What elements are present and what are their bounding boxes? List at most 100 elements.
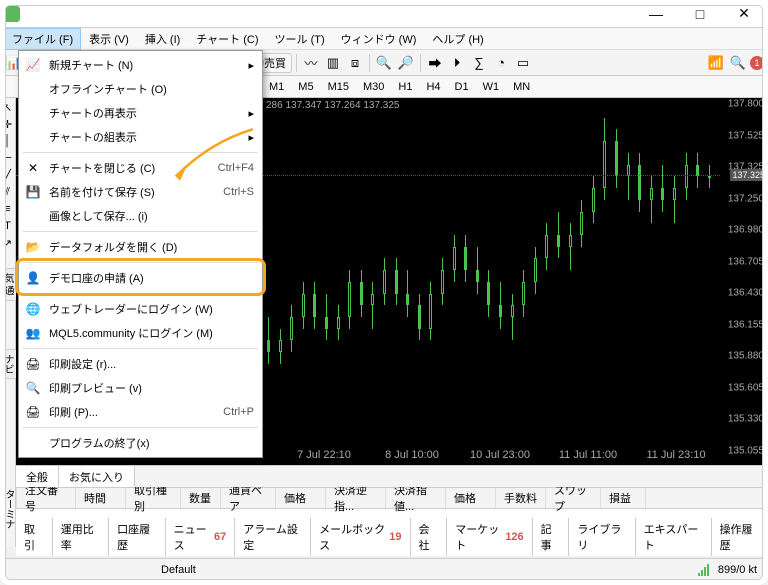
zoom-out-icon[interactable]: 🔎 <box>396 53 416 73</box>
timeframe-button[interactable]: M15 <box>322 78 355 96</box>
shift-icon[interactable]: ⮕ <box>425 53 445 73</box>
terminal-tab[interactable]: ライブラリ <box>569 518 635 556</box>
terminal-tab[interactable]: メールボックス19 <box>311 518 410 556</box>
column-header[interactable]: 取引種別 <box>126 488 181 508</box>
signal-icon[interactable]: 📶 <box>706 53 726 73</box>
menu-entry[interactable]: オフラインチャート (O) <box>19 77 262 101</box>
menu-item[interactable]: ツール (T) <box>267 28 333 50</box>
column-header[interactable]: 時間 <box>76 488 126 508</box>
column-header[interactable]: 注文番号 <box>16 488 76 508</box>
candles-icon[interactable]: ⧈ <box>345 53 365 73</box>
arrows-icon[interactable]: ↗ <box>1 236 15 250</box>
chart-bottom-info: 全般 お気に入り <box>16 465 768 487</box>
timeframe-button[interactable]: W1 <box>477 78 506 96</box>
profile-name[interactable]: Default <box>161 564 196 576</box>
column-header[interactable]: 数量 <box>181 488 221 508</box>
indicators-icon[interactable]: ∑ <box>469 53 489 73</box>
menu-entry-icon: 👤 <box>25 270 41 286</box>
price-axis: 137.800137.525137.325137.250136.980136.7… <box>720 98 768 445</box>
bar-chart-icon[interactable]: ▥ <box>323 53 343 73</box>
timeframe-button[interactable]: M30 <box>357 78 390 96</box>
titlebar: — □ ✕ <box>0 0 768 28</box>
close-button[interactable]: ✕ <box>724 2 764 26</box>
vline-icon[interactable]: │ <box>1 134 15 148</box>
terminal-tab[interactable]: 操作履歴 <box>712 518 768 556</box>
menu-entry-label: プログラムの終了(x) <box>49 435 150 451</box>
terminal-tab[interactable]: 会社 <box>411 518 448 556</box>
menu-entry-icon: 📂 <box>25 239 41 255</box>
column-header[interactable]: 通貨ペア <box>221 488 276 508</box>
column-header[interactable]: 価格 <box>276 488 326 508</box>
connection-status[interactable]: 899/0 kt <box>698 564 757 576</box>
column-header[interactable]: 決済指値... <box>386 488 446 508</box>
fibo-icon[interactable]: ≡ <box>1 202 15 216</box>
column-header[interactable]: 価格 <box>446 488 496 508</box>
notification-badge[interactable]: 1 <box>750 56 764 70</box>
menu-item[interactable]: 挿入 (I) <box>137 28 188 50</box>
scroll-icon[interactable]: ⏵ <box>447 53 467 73</box>
terminal-tab[interactable]: 運用比率 <box>53 518 109 556</box>
menu-entry[interactable]: 🖨印刷設定 (r)... <box>19 352 262 376</box>
terminal-tab[interactable]: 取引 <box>16 518 53 556</box>
terminal-tab[interactable]: ニュース67 <box>166 518 236 556</box>
timeframe-button[interactable]: H4 <box>420 78 446 96</box>
menu-item[interactable]: ヘルプ (H) <box>424 28 491 50</box>
menu-entry[interactable]: 📈新規チャート (N)▸ <box>19 53 262 77</box>
minimize-button[interactable]: — <box>636 2 676 26</box>
templates-icon[interactable]: ▭ <box>513 53 533 73</box>
menu-entry[interactable]: 📂データフォルダを開く (D) <box>19 235 262 259</box>
menu-entry-label: デモ口座の申請 (A) <box>49 270 144 286</box>
terminal-vtab[interactable]: ターミナ <box>0 487 17 531</box>
navigator-tab[interactable]: ナビ <box>0 349 17 379</box>
current-price-label: 137.325 <box>730 169 767 181</box>
chart-tab-fav[interactable]: お気に入り <box>59 466 135 487</box>
trendline-icon[interactable]: ╱ <box>1 168 15 182</box>
menu-entry[interactable]: 👤 デモ口座の申請 (A) <box>19 266 262 290</box>
menu-entry[interactable]: 画像として保存... (i) <box>19 204 262 228</box>
column-header[interactable]: 手数料 <box>496 488 546 508</box>
menu-entry-icon: 🔍 <box>25 380 41 396</box>
column-header[interactable]: 損益 <box>601 488 646 508</box>
menu-entry[interactable]: 🖨印刷 (P)...Ctrl+P <box>19 400 262 424</box>
hline-icon[interactable]: ─ <box>1 151 15 165</box>
terminal-tab[interactable]: マーケット126 <box>447 518 532 556</box>
timeframe-button[interactable]: MN <box>507 78 536 96</box>
zoom-in-icon[interactable]: 🔍 <box>374 53 394 73</box>
periods-icon[interactable]: ◔ <box>491 53 511 73</box>
menu-entry[interactable]: プログラムの終了(x) <box>19 431 262 455</box>
channel-icon[interactable]: ⫽ <box>1 185 15 199</box>
timeframe-button[interactable]: M1 <box>263 78 290 96</box>
menu-entry[interactable]: チャートの組表示▸ <box>19 125 262 149</box>
terminal-tab[interactable]: 口座履歴 <box>109 518 165 556</box>
menu-item[interactable]: ファイル (F) <box>4 28 81 50</box>
terminal-tab[interactable]: アラーム設定 <box>235 518 311 556</box>
menu-entry[interactable]: 🌐ウェブトレーダーにログイン (W) <box>19 297 262 321</box>
menu-entry-label: オフラインチャート (O) <box>49 81 167 97</box>
menu-entry[interactable]: ✕チャートを閉じる (C)Ctrl+F4 <box>19 156 262 180</box>
search-icon[interactable]: 🔍 <box>728 53 748 73</box>
menu-entry[interactable]: チャートの再表示▸ <box>19 101 262 125</box>
column-header[interactable]: 決済逆指... <box>326 488 386 508</box>
menu-entry-icon: 🌐 <box>25 301 41 317</box>
terminal-tab[interactable]: エキスパート <box>636 518 712 556</box>
crosshair-icon[interactable]: ✛ <box>1 117 15 131</box>
line-chart-icon[interactable]: 〰 <box>301 53 321 73</box>
menu-entry[interactable]: 👥MQL5.community にログイン (M) <box>19 321 262 345</box>
maximize-button[interactable]: □ <box>680 2 720 26</box>
timeframe-button[interactable]: H1 <box>392 78 418 96</box>
menu-entry[interactable]: 💾名前を付けて保存 (S)Ctrl+S <box>19 180 262 204</box>
timeframe-button[interactable]: M5 <box>292 78 319 96</box>
menu-entry-label: チャートの組表示 <box>49 129 137 145</box>
text-icon[interactable]: T <box>1 219 15 233</box>
timeframe-button[interactable]: D1 <box>449 78 475 96</box>
menu-item[interactable]: ウィンドウ (W) <box>333 28 425 50</box>
menu-entry-label: MQL5.community にログイン (M) <box>49 325 213 341</box>
market-watch-tab[interactable]: 気 通 <box>0 268 17 301</box>
terminal-tab[interactable]: 記事 <box>533 518 570 556</box>
chart-tab-general[interactable]: 全般 <box>16 466 59 487</box>
column-header[interactable]: スワップ <box>546 488 601 508</box>
menu-entry[interactable]: 🔍印刷プレビュー (v) <box>19 376 262 400</box>
menu-item[interactable]: チャート (C) <box>188 28 266 50</box>
cursor-icon[interactable]: ↖ <box>1 100 15 114</box>
menu-item[interactable]: 表示 (V) <box>81 28 137 50</box>
